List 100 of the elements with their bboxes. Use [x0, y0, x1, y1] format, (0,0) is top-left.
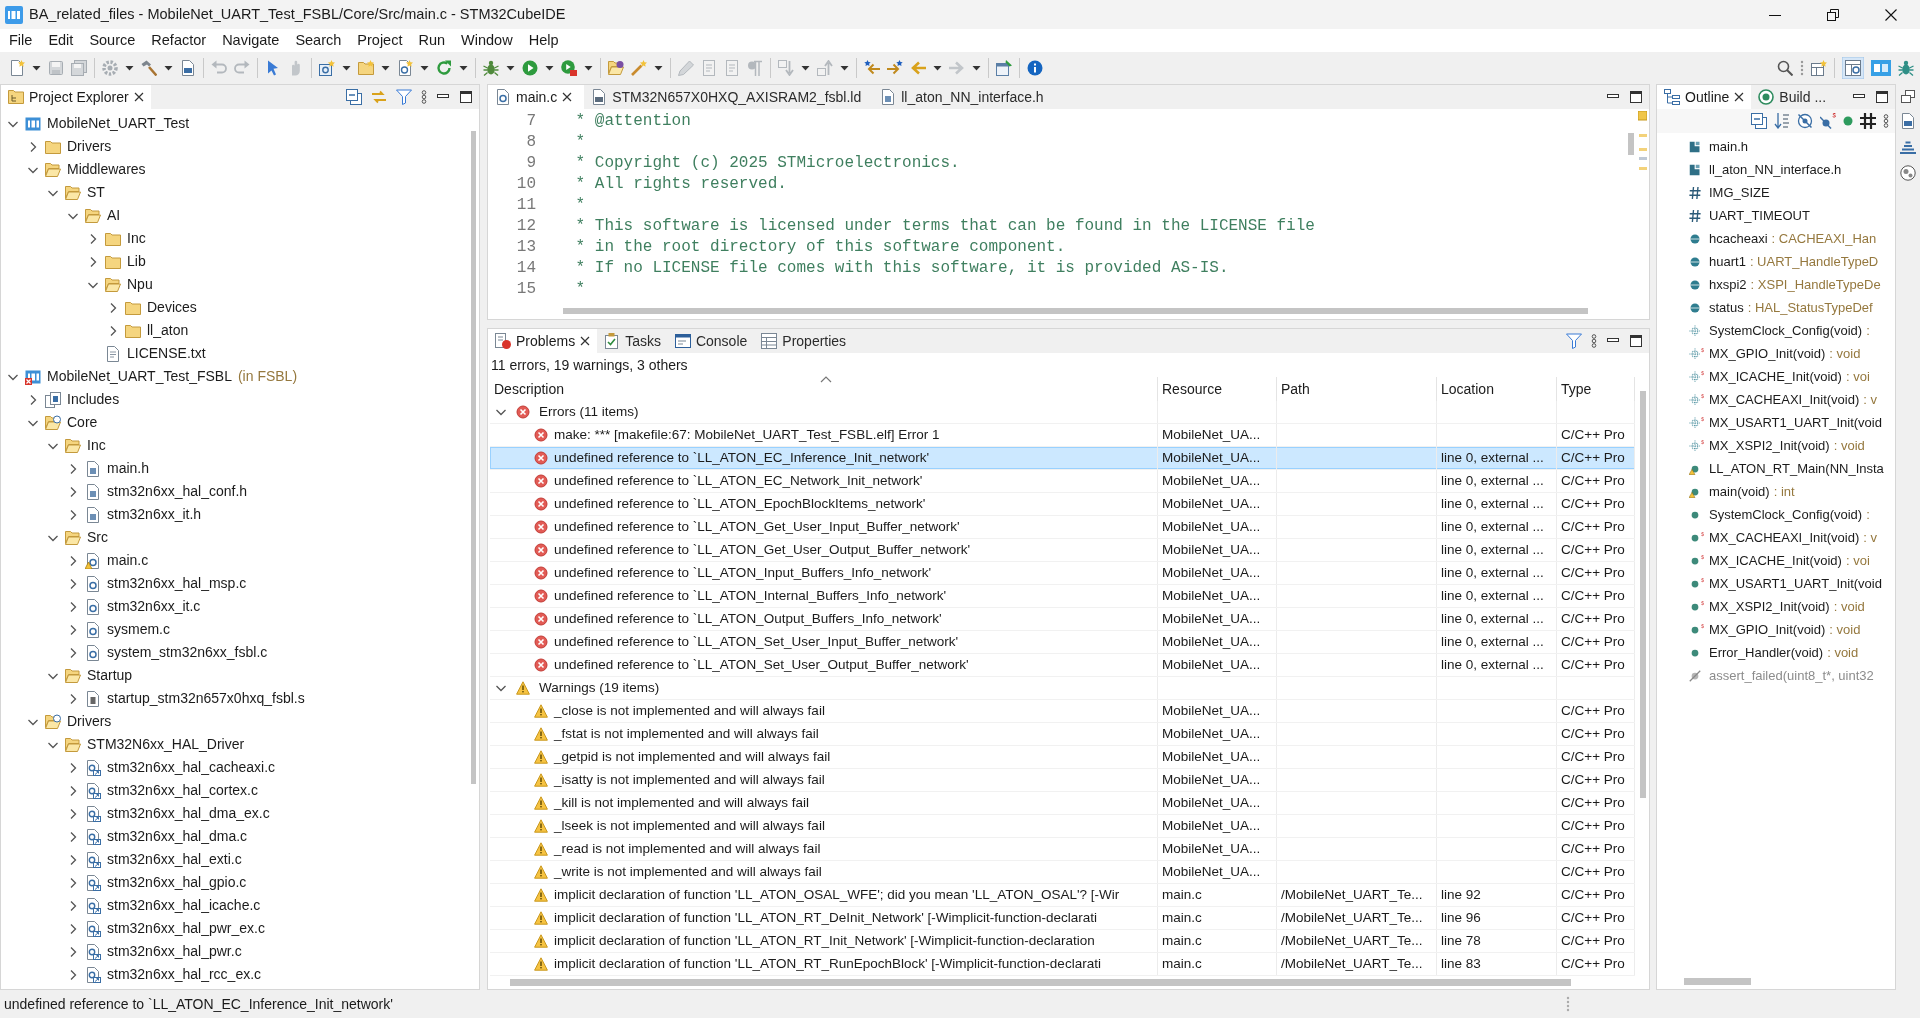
tree-item[interactable]: stm32n6xx_hal_gpio.c: [107, 874, 247, 891]
table-row[interactable]: undefined reference to `LL_ATON_EC_Inference_Init_network' MobileNet_UA... line 0, external ... C/C++ Pro: [490, 447, 1635, 470]
tree-item[interactable]: AI: [107, 207, 121, 224]
tree-item[interactable]: Startup: [87, 667, 133, 684]
tree-item[interactable]: MobileNet_UART_Test: [47, 115, 190, 132]
stack-icon[interactable]: [1900, 139, 1916, 155]
scrollbar-thumb[interactable]: [563, 308, 1588, 314]
tab[interactable]: Console: [667, 329, 755, 353]
menu-item[interactable]: Search: [287, 29, 350, 52]
hide-fields-icon[interactable]: [1797, 113, 1813, 129]
drag-handle-icon[interactable]: [1566, 996, 1570, 1012]
collapse-all-icon[interactable]: [1751, 113, 1767, 129]
scrollbar-thumb[interactable]: [510, 979, 1571, 986]
next-annotation-icon[interactable]: [887, 60, 903, 76]
outline-item[interactable]: MX_GPIO_Init(void): [1709, 621, 1826, 638]
outline-item[interactable]: MX_USART1_UART_Init(void: [1709, 575, 1882, 592]
open-perspective-icon[interactable]: [1811, 60, 1827, 76]
table-row[interactable]: undefined reference to `LL_ATON_Get_User_Output_Buffer_network' MobileNet_UA... line 0, external ... C/C++ Pro: [490, 539, 1635, 562]
outline-item[interactable]: SystemClock_Config(void): [1709, 506, 1863, 523]
outline-item[interactable]: hcacheaxi: [1709, 230, 1768, 247]
table-row[interactable]: undefined reference to `LL_ATON_EpochBlockItems_network' MobileNet_UA... line 0, external ... C/C++ Pro: [490, 493, 1635, 516]
collapse-all-icon[interactable]: [346, 89, 362, 105]
pin-window-icon[interactable]: [996, 60, 1012, 76]
menu-item[interactable]: Refactor: [143, 29, 215, 52]
table-row[interactable]: implicit declaration of function 'LL_ATON_RT_RunEpochBlock' [-Wimplicit-function-declarati main.c /MobileNet_UART_Te... line 83 C/C++ Pro: [490, 953, 1635, 976]
restore-icon[interactable]: [1901, 90, 1915, 103]
hide-static-icon[interactable]: [1820, 113, 1836, 129]
tree-item[interactable]: main.c: [107, 552, 149, 569]
new-source-file-icon[interactable]: [397, 60, 413, 76]
close-icon[interactable]: [1885, 8, 1897, 21]
outline-item[interactable]: hxspi2: [1709, 276, 1747, 293]
close-icon[interactable]: [133, 92, 144, 102]
table-row[interactable]: undefined reference to `LL_ATON_Internal_Buffers_Info_network' MobileNet_UA... line 0, external ... C/C++ Pro: [490, 585, 1635, 608]
hash-icon[interactable]: [1860, 113, 1876, 129]
dot-icon[interactable]: [1843, 116, 1853, 126]
table-row[interactable]: implicit declaration of function 'LL_ATON_RT_Init_Network' [-Wimplicit-function-declaration main.c /MobileNet_UART_Te... line 78 C/C++ Pro: [490, 930, 1635, 953]
table-row[interactable]: _write is not implemented and will always fail MobileNet_UA... C/C++ Pro: [490, 861, 1635, 884]
tree-item[interactable]: stm32n6xx_hal_dma.c: [107, 828, 248, 845]
binary-file-icon[interactable]: [180, 60, 196, 76]
run-icon[interactable]: [522, 60, 538, 76]
bug-icon[interactable]: [1898, 60, 1914, 76]
menu-item[interactable]: Source: [81, 29, 144, 52]
wand-icon[interactable]: [631, 60, 647, 76]
table-row[interactable]: _getpid is not implemented and will always fail MobileNet_UA... C/C++ Pro: [490, 746, 1635, 769]
open-folder-icon[interactable]: [608, 60, 624, 76]
table-row[interactable]: implicit declaration of function 'LL_ATON_RT_DeInit_Network' [-Wimplicit-function-declarati main.c /MobileNet_UART_Te... line 96 C/C++ Pro: [490, 907, 1635, 930]
tree-item[interactable]: Npu: [127, 276, 153, 293]
tree-item[interactable]: MobileNet_UART_Test_FSBL: [47, 368, 232, 385]
tree-item[interactable]: Core: [67, 414, 98, 431]
tree-item[interactable]: Middlewares: [67, 161, 146, 178]
outline-item[interactable]: UART_TIMEOUT: [1709, 207, 1810, 224]
tab[interactable]: Project Explorer: [1, 85, 151, 109]
table-row[interactable]: undefined reference to `LL_ATON_Set_User_Output_Buffer_network' MobileNet_UA... line 0, external ... C/C++ Pro: [490, 654, 1635, 677]
tree-item[interactable]: stm32n6xx_hal_conf.h: [107, 483, 248, 500]
perspective-icon[interactable]: [1842, 57, 1864, 79]
tile-icon[interactable]: [1871, 60, 1891, 76]
table-row[interactable]: _lseek is not implemented and will always fail MobileNet_UA... C/C++ Pro: [490, 815, 1635, 838]
tree-item[interactable]: Drivers: [67, 138, 112, 155]
menu-item[interactable]: Project: [349, 29, 411, 52]
maximize-icon[interactable]: [1629, 334, 1643, 348]
run-external-icon[interactable]: [561, 60, 577, 76]
outline-item[interactable]: huart1: [1709, 253, 1746, 270]
tab[interactable]: Tasks: [597, 329, 668, 353]
table-row[interactable]: undefined reference to `LL_ATON_Set_User_Input_Buffer_network' MobileNet_UA... line 0, external ... C/C++ Pro: [490, 631, 1635, 654]
tree-item[interactable]: main.h: [107, 460, 150, 477]
outline-item[interactable]: MX_GPIO_Init(void): [1709, 345, 1826, 362]
outline-item[interactable]: LL_ATON_RT_Main(NN_Insta: [1709, 460, 1884, 477]
view-menu-icon[interactable]: [1883, 114, 1889, 128]
tree-item[interactable]: stm32n6xx_hal_dma_ex.c: [107, 805, 270, 822]
menu-item[interactable]: Navigate: [214, 29, 288, 52]
outline-item[interactable]: MX_CACHEAXI_Init(void): [1709, 529, 1860, 546]
outline-item[interactable]: assert_failed(uint8_t*, uint32: [1709, 667, 1874, 684]
new-project-icon[interactable]: [319, 60, 335, 76]
hammer-icon[interactable]: [141, 60, 157, 76]
previous-annotation-icon[interactable]: [864, 60, 880, 76]
outline-item[interactable]: main(void): [1709, 483, 1770, 500]
tree-item[interactable]: stm32n6xx_hal_pwr.c: [107, 943, 242, 960]
table-row[interactable]: undefined reference to `LL_ATON_Get_User_Input_Buffer_network' MobileNet_UA... line 0, external ... C/C++ Pro: [490, 516, 1635, 539]
restore-icon[interactable]: [1827, 8, 1839, 21]
tab[interactable]: Properties: [754, 329, 854, 353]
outline-item[interactable]: MX_XSPI2_Init(void): [1709, 598, 1830, 615]
outline-item[interactable]: Error_Handler(void): [1709, 644, 1824, 661]
outline-item[interactable]: MX_USART1_UART_Init(void: [1709, 414, 1882, 431]
outline-item[interactable]: IMG_SIZE: [1709, 184, 1770, 201]
tree-item[interactable]: system_stm32n6xx_fsbl.c: [107, 644, 268, 661]
outline-item[interactable]: main.h: [1709, 138, 1749, 155]
outline-item[interactable]: MX_ICACHE_Init(void): [1709, 552, 1842, 569]
scrollbar-thumb[interactable]: [1684, 978, 1751, 985]
maximize-icon[interactable]: [1629, 90, 1643, 104]
outline-item[interactable]: SystemClock_Config(void): [1709, 322, 1863, 339]
outline-item[interactable]: status: [1709, 299, 1744, 316]
table-row[interactable]: _close is not implemented and will always fail MobileNet_UA... C/C++ Pro: [490, 700, 1635, 723]
maximize-icon[interactable]: [459, 90, 473, 104]
scrollbar-thumb[interactable]: [1640, 391, 1646, 798]
tree-item[interactable]: Src: [87, 529, 108, 546]
menu-item[interactable]: Run: [410, 29, 454, 52]
menu-item[interactable]: File: [1, 29, 41, 52]
tree-item[interactable]: STM32N6xx_HAL_Driver: [87, 736, 245, 753]
tree-item[interactable]: stm32n6xx_hal_msp.c: [107, 575, 247, 592]
close-icon[interactable]: [580, 336, 591, 346]
